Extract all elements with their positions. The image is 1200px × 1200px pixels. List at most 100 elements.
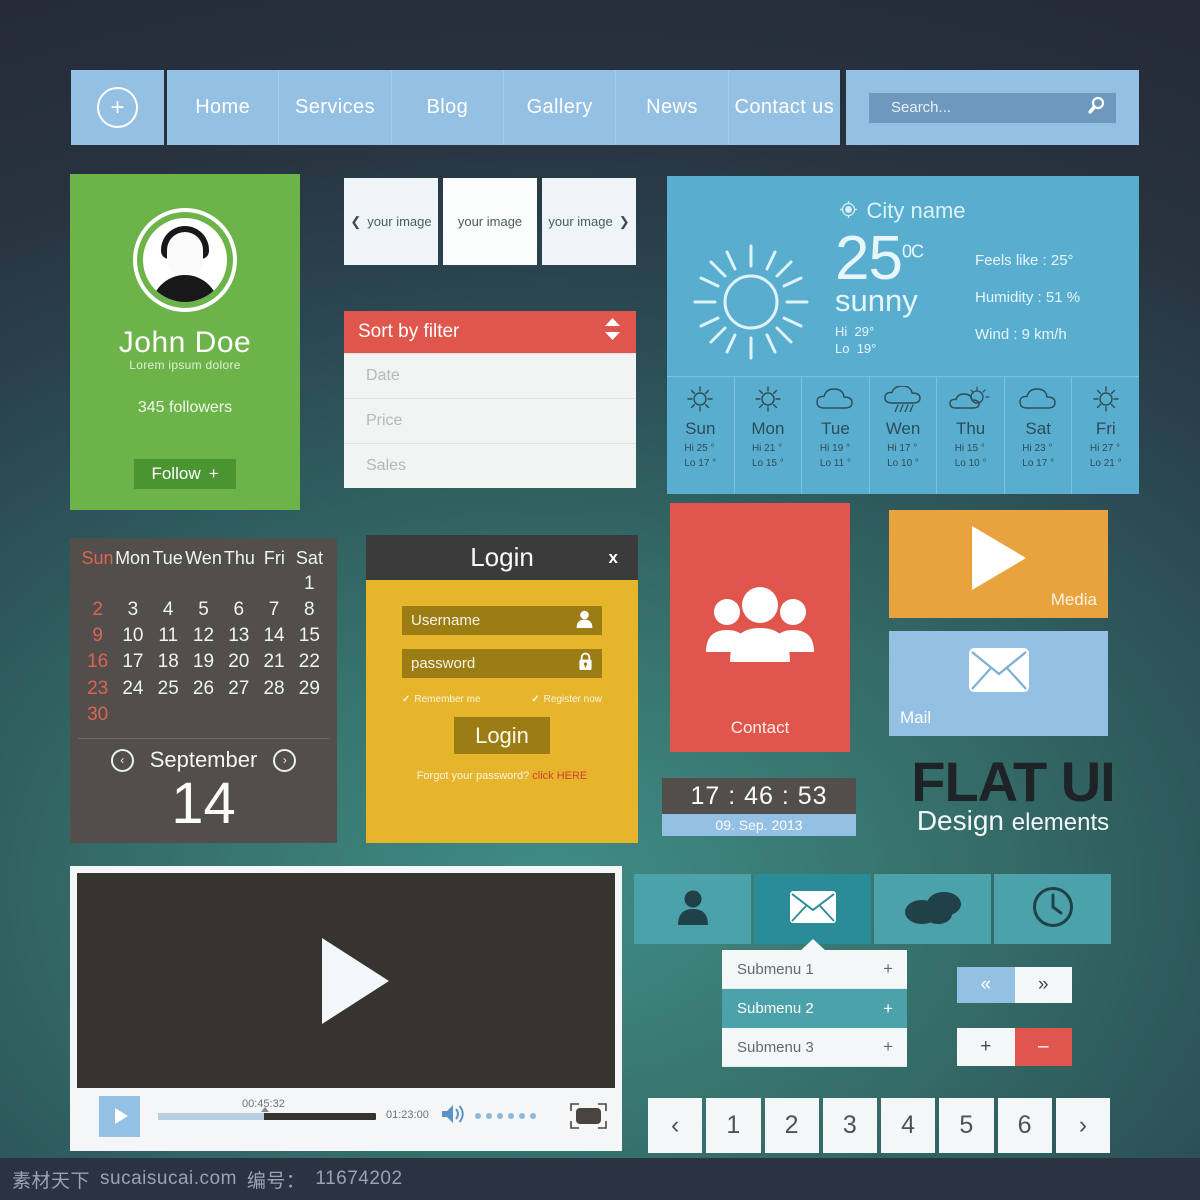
calendar-day[interactable]: 12: [186, 623, 221, 649]
play-icon[interactable]: [321, 937, 389, 1024]
calendar-day[interactable]: 23: [80, 676, 115, 702]
password-field[interactable]: password: [402, 649, 602, 678]
calendar-day[interactable]: 16: [80, 649, 115, 675]
fullscreen-icon[interactable]: [570, 1103, 607, 1129]
calendar-day[interactable]: 22: [292, 649, 327, 675]
media-tile[interactable]: Media: [889, 510, 1108, 618]
calendar-day[interactable]: 27: [221, 676, 256, 702]
decrement-button[interactable]: –: [1014, 1028, 1072, 1066]
player-play-button[interactable]: [99, 1095, 140, 1137]
contact-tile[interactable]: Contact: [670, 503, 850, 752]
carousel-slide-2[interactable]: your image: [443, 178, 537, 265]
calendar-day[interactable]: 28: [256, 676, 291, 702]
submenu-expand-icon[interactable]: +: [883, 1037, 893, 1057]
volume-dot[interactable]: [519, 1113, 525, 1119]
submenu-expand-icon[interactable]: +: [883, 959, 893, 979]
pagination-page-4[interactable]: 4: [881, 1098, 936, 1153]
player-volume[interactable]: [441, 1103, 536, 1130]
submenu-item-2[interactable]: Submenu 2 +: [722, 989, 907, 1028]
volume-dot[interactable]: [530, 1113, 536, 1119]
icon-tab-mail[interactable]: [754, 874, 871, 944]
calendar-day[interactable]: 7: [256, 597, 291, 623]
player-progress-bar[interactable]: [158, 1106, 376, 1120]
calendar-day[interactable]: 21: [256, 649, 291, 675]
calendar-day[interactable]: 6: [221, 597, 256, 623]
submenu-item-3[interactable]: Submenu 3 +: [722, 1028, 907, 1067]
calendar-day[interactable]: 3: [115, 597, 150, 623]
pagination-page-3[interactable]: 3: [822, 1098, 877, 1153]
mail-tile[interactable]: Mail: [889, 631, 1108, 736]
icon-tab-user[interactable]: [634, 874, 751, 944]
forecast-day[interactable]: Wen Hi 17 ° Lo 10 °: [870, 377, 938, 494]
carousel-slide-3[interactable]: your image ❯: [542, 178, 636, 265]
sort-updown-icon[interactable]: [603, 317, 622, 347]
calendar-day[interactable]: 24: [115, 676, 150, 702]
calendar-day[interactable]: 8: [292, 597, 327, 623]
remember-me-checkbox[interactable]: ✓ Remember me: [402, 694, 481, 705]
calendar-day[interactable]: 26: [186, 676, 221, 702]
nav-item-contact-us[interactable]: Contact us: [729, 70, 840, 145]
carousel-next-icon[interactable]: ❯: [619, 214, 630, 230]
register-now-link[interactable]: ✓ Register now: [531, 694, 602, 705]
calendar-day[interactable]: [221, 702, 256, 728]
login-submit-button[interactable]: Login: [454, 717, 550, 754]
calendar-day[interactable]: [186, 571, 221, 597]
close-icon[interactable]: x: [609, 548, 618, 568]
calendar-day[interactable]: [151, 702, 186, 728]
calendar-day[interactable]: 14: [256, 623, 291, 649]
calendar-day[interactable]: [115, 571, 150, 597]
calendar-day[interactable]: 4: [151, 597, 186, 623]
pagination-next[interactable]: ›: [1055, 1098, 1110, 1153]
calendar-day[interactable]: [292, 702, 327, 728]
forecast-day[interactable]: Sun Hi 25 ° Lo 17 °: [667, 377, 735, 494]
volume-dot[interactable]: [475, 1113, 481, 1119]
calendar-day[interactable]: 25: [151, 676, 186, 702]
carousel-prev-icon[interactable]: ❮: [350, 214, 361, 230]
nav-item-services[interactable]: Services: [279, 70, 392, 145]
forgot-password-link[interactable]: click HERE: [532, 770, 587, 782]
calendar-day[interactable]: [256, 571, 291, 597]
volume-dot[interactable]: [497, 1113, 503, 1119]
forecast-day[interactable]: Thu Hi 15 ° Lo 10 °: [937, 377, 1005, 494]
calendar-day[interactable]: 5: [186, 597, 221, 623]
pagination-prev[interactable]: ‹: [648, 1098, 703, 1153]
fast-prev-button[interactable]: «: [957, 967, 1015, 1003]
calendar-day[interactable]: 18: [151, 649, 186, 675]
calendar-day[interactable]: 9: [80, 623, 115, 649]
forecast-day[interactable]: Fri Hi 27 ° Lo 21 °: [1072, 377, 1139, 494]
search-input[interactable]: Search...: [869, 92, 1116, 123]
pagination-page-2[interactable]: 2: [764, 1098, 819, 1153]
volume-dot[interactable]: [486, 1113, 492, 1119]
nav-item-blog[interactable]: Blog: [392, 70, 504, 145]
calendar-day[interactable]: 29: [292, 676, 327, 702]
speaker-icon[interactable]: [441, 1103, 469, 1130]
sort-option-price[interactable]: Price: [344, 398, 636, 443]
calendar-day[interactable]: [186, 702, 221, 728]
calendar-day[interactable]: 11: [151, 623, 186, 649]
calendar-day[interactable]: 20: [221, 649, 256, 675]
calendar-day[interactable]: [151, 571, 186, 597]
sort-option-sales[interactable]: Sales: [344, 443, 636, 488]
carousel-slide-1[interactable]: ❮ your image: [344, 178, 438, 265]
volume-level-dots[interactable]: [475, 1113, 536, 1119]
calendar-day[interactable]: 13: [221, 623, 256, 649]
calendar-day[interactable]: [80, 571, 115, 597]
calendar-day[interactable]: 2: [80, 597, 115, 623]
calendar-prev-icon[interactable]: ‹: [110, 748, 134, 772]
calendar-day[interactable]: 15: [292, 623, 327, 649]
calendar-day[interactable]: 30: [80, 702, 115, 728]
nav-item-home[interactable]: Home: [167, 70, 280, 145]
icon-tab-clock[interactable]: [994, 874, 1111, 944]
search-icon[interactable]: [1087, 95, 1107, 120]
player-progress-knob[interactable]: [261, 1106, 269, 1112]
calendar-day[interactable]: 19: [186, 649, 221, 675]
follow-button[interactable]: Follow +: [134, 459, 236, 489]
sort-option-date[interactable]: Date: [344, 353, 636, 398]
nav-item-news[interactable]: News: [616, 70, 729, 145]
nav-item-gallery[interactable]: Gallery: [504, 70, 617, 145]
calendar-day[interactable]: [221, 571, 256, 597]
pagination-page-5[interactable]: 5: [939, 1098, 994, 1153]
pagination-page-1[interactable]: 1: [706, 1098, 761, 1153]
icon-tab-cloud[interactable]: [874, 874, 991, 944]
nav-add-button[interactable]: +: [71, 70, 164, 145]
